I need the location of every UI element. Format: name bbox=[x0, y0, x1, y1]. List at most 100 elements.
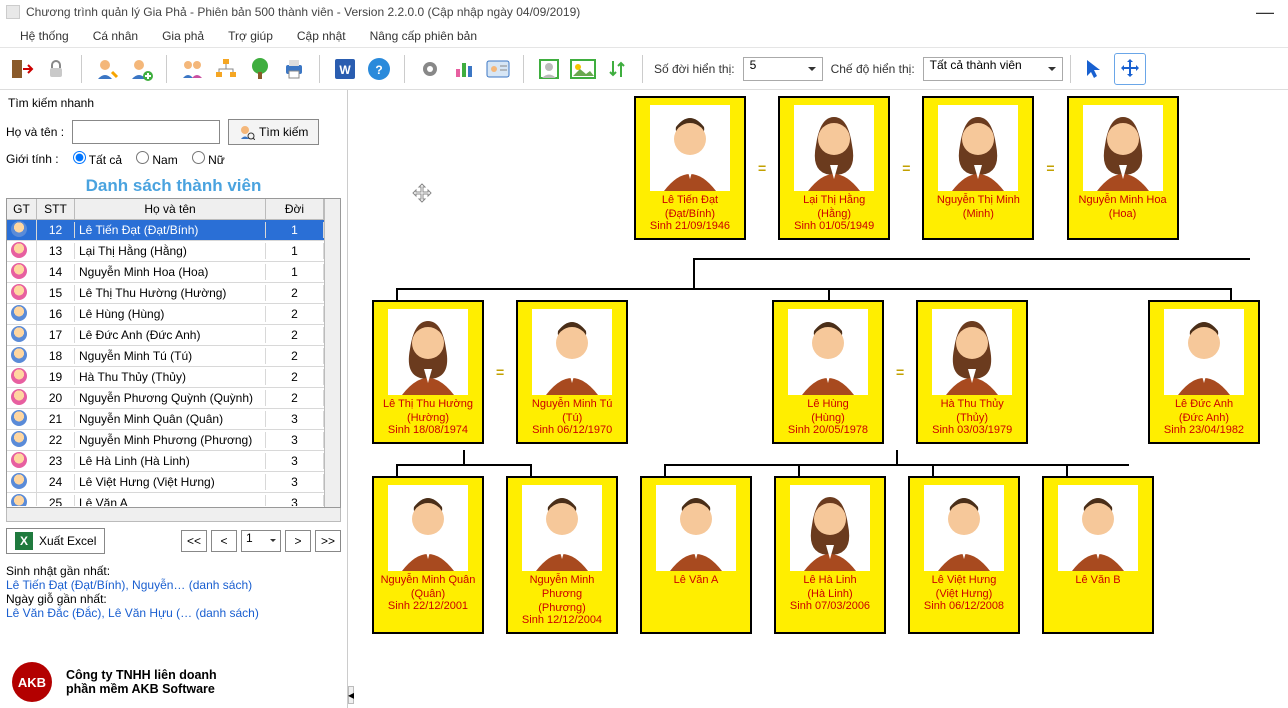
person-card[interactable]: Lê Văn B bbox=[1042, 476, 1154, 634]
member-list-title: Danh sách thành viên bbox=[6, 170, 341, 198]
move-tool-icon[interactable] bbox=[1114, 53, 1146, 85]
pager-page[interactable]: 1 bbox=[241, 530, 281, 552]
female-icon bbox=[11, 242, 27, 258]
grid-hscrollbar[interactable] bbox=[6, 508, 341, 522]
person-card[interactable]: Lê Thị Thu Hường(Hường)Sinh 18/08/1974 bbox=[372, 300, 484, 444]
person-nick: (Hùng) bbox=[778, 412, 878, 424]
table-row[interactable]: 19Hà Thu Thủy (Thủy)2 bbox=[7, 367, 324, 388]
spouse-link-icon: = bbox=[496, 364, 504, 380]
person-card[interactable]: Lê Hùng(Hùng)Sinh 20/05/1978 bbox=[772, 300, 884, 444]
person-card[interactable]: Hà Thu Thủy(Thủy)Sinh 03/03/1979 bbox=[916, 300, 1028, 444]
pager-prev[interactable]: < bbox=[211, 530, 237, 552]
pager-first[interactable]: << bbox=[181, 530, 207, 552]
help-icon[interactable]: ? bbox=[363, 53, 395, 85]
person-nick: (Hà Linh) bbox=[780, 588, 880, 600]
swap-icon[interactable] bbox=[601, 53, 633, 85]
table-row[interactable]: 12Lê Tiến Đạt (Đạt/Bính)1 bbox=[7, 220, 324, 241]
menubar: Hệ thống Cá nhân Gia phả Trợ giúp Cập nh… bbox=[0, 24, 1288, 48]
toolbar: W ? Số đời hiển thị: 5 Chế độ hiển thị: … bbox=[0, 48, 1288, 90]
person-card[interactable]: Nguyễn Minh Quân(Quân)Sinh 22/12/2001 bbox=[372, 476, 484, 634]
person-nick: (Tú) bbox=[522, 412, 622, 424]
display-mode-combo[interactable]: Tất cả thành viên bbox=[923, 57, 1063, 81]
menu-system[interactable]: Hệ thống bbox=[10, 27, 79, 45]
image-icon[interactable] bbox=[567, 53, 599, 85]
person-card[interactable]: Lê Đức Anh(Đức Anh)Sinh 23/04/1982 bbox=[1148, 300, 1260, 444]
family-icon[interactable] bbox=[176, 53, 208, 85]
table-row[interactable]: 17Lê Đức Anh (Đức Anh)2 bbox=[7, 325, 324, 346]
person-card[interactable]: Lê Văn A bbox=[640, 476, 752, 634]
pointer-tool-icon[interactable] bbox=[1078, 53, 1110, 85]
chart-icon[interactable] bbox=[448, 53, 480, 85]
avatar bbox=[790, 485, 870, 571]
person-name: Nguyễn Minh Hoa bbox=[1073, 191, 1173, 208]
person-card[interactable]: Nguyễn Minh Phương(Phương)Sinh 12/12/200… bbox=[506, 476, 618, 634]
person-nick: (Quân) bbox=[378, 588, 478, 600]
table-row[interactable]: 25Lê Văn A3 bbox=[7, 493, 324, 506]
word-export-icon[interactable]: W bbox=[329, 53, 361, 85]
col-name[interactable]: Họ và tên bbox=[75, 199, 266, 219]
menu-person[interactable]: Cá nhân bbox=[83, 27, 148, 45]
gear-icon[interactable] bbox=[414, 53, 446, 85]
table-row[interactable]: 21Nguyễn Minh Quân (Quân)3 bbox=[7, 409, 324, 430]
company-line2: phần mềm AKB Software bbox=[66, 682, 217, 696]
search-button[interactable]: Tìm kiếm bbox=[228, 119, 319, 145]
table-row[interactable]: 13Lại Thị Hằng (Hằng)1 bbox=[7, 241, 324, 262]
spouse-link-icon: = bbox=[896, 364, 904, 380]
table-row[interactable]: 14Nguyễn Minh Hoa (Hoa)1 bbox=[7, 262, 324, 283]
pager-last[interactable]: >> bbox=[315, 530, 341, 552]
name-input[interactable] bbox=[72, 120, 220, 144]
org-chart-icon[interactable] bbox=[210, 53, 242, 85]
person-card[interactable]: Lại Thị Hằng(Hằng)Sinh 01/05/1949 bbox=[778, 96, 890, 240]
person-nick: (Thủy) bbox=[922, 412, 1022, 424]
display-mode-label: Chế độ hiển thị: bbox=[827, 62, 919, 76]
print-icon[interactable] bbox=[278, 53, 310, 85]
table-row[interactable]: 22Nguyễn Minh Phương (Phương)3 bbox=[7, 430, 324, 451]
gender-female[interactable]: Nữ bbox=[192, 151, 225, 167]
tree-canvas[interactable]: Lê Tiến Đạt(Đạt/Bính)Sinh 21/09/1946 = Lại… bbox=[348, 90, 1288, 708]
birthday-link[interactable]: Lê Tiến Đạt (Đạt/Bính), Nguyễn… (danh sá… bbox=[6, 578, 341, 592]
generation-combo[interactable]: 5 bbox=[743, 57, 823, 81]
svg-text:W: W bbox=[339, 63, 351, 77]
menu-update[interactable]: Cập nhật bbox=[287, 27, 356, 45]
export-excel-button[interactable]: X Xuất Excel bbox=[6, 528, 105, 554]
person-birth: Sinh 12/12/2004 bbox=[512, 614, 612, 626]
portrait-icon[interactable] bbox=[533, 53, 565, 85]
person-card[interactable]: Nguyễn Minh Tú(Tú)Sinh 06/12/1970 bbox=[516, 300, 628, 444]
menu-tree[interactable]: Gia phả bbox=[152, 27, 214, 45]
move-handle-icon[interactable] bbox=[408, 180, 436, 208]
exit-icon[interactable] bbox=[6, 53, 38, 85]
col-gen[interactable]: Đời bbox=[266, 199, 324, 219]
add-person-icon[interactable] bbox=[125, 53, 157, 85]
id-card-icon[interactable] bbox=[482, 53, 514, 85]
splitter-handle[interactable]: ◂ bbox=[348, 686, 354, 704]
person-card[interactable]: Lê Hà Linh(Hà Linh)Sinh 07/03/2006 bbox=[774, 476, 886, 634]
grid-scrollbar[interactable] bbox=[324, 199, 340, 507]
person-name: Lê Việt Hưng bbox=[914, 571, 1014, 588]
table-row[interactable]: 24Lê Việt Hưng (Việt Hưng)3 bbox=[7, 472, 324, 493]
male-icon bbox=[11, 494, 27, 507]
death-link[interactable]: Lê Văn Đắc (Đắc), Lê Văn Hựu (… (danh sá… bbox=[6, 606, 341, 620]
member-grid[interactable]: GT STT Họ và tên Đời 12Lê Tiến Đạt (Đạt/… bbox=[6, 198, 341, 508]
gender-male[interactable]: Nam bbox=[136, 151, 178, 167]
edit-person-icon[interactable] bbox=[91, 53, 123, 85]
col-stt[interactable]: STT bbox=[37, 199, 75, 219]
window-minimize-button[interactable]: — bbox=[1248, 2, 1282, 23]
table-row[interactable]: 16Lê Hùng (Hùng)2 bbox=[7, 304, 324, 325]
col-gt[interactable]: GT bbox=[7, 199, 37, 219]
gender-all[interactable]: Tất cả bbox=[73, 151, 122, 167]
table-row[interactable]: 20Nguyễn Phương Quỳnh (Quỳnh)2 bbox=[7, 388, 324, 409]
svg-text:?: ? bbox=[375, 63, 382, 77]
table-row[interactable]: 23Lê Hà Linh (Hà Linh)3 bbox=[7, 451, 324, 472]
menu-upgrade[interactable]: Nâng cấp phiên bản bbox=[360, 27, 487, 45]
person-name: Lê Thị Thu Hường bbox=[378, 395, 478, 412]
lock-icon[interactable] bbox=[40, 53, 72, 85]
table-row[interactable]: 15Lê Thị Thu Hường (Hường)2 bbox=[7, 283, 324, 304]
person-card[interactable]: Lê Việt Hưng(Việt Hưng)Sinh 06/12/2008 bbox=[908, 476, 1020, 634]
person-card[interactable]: Nguyễn Thị Minh(Minh) bbox=[922, 96, 1034, 240]
pager-next[interactable]: > bbox=[285, 530, 311, 552]
menu-help[interactable]: Trợ giúp bbox=[218, 27, 283, 45]
table-row[interactable]: 18Nguyễn Minh Tú (Tú)2 bbox=[7, 346, 324, 367]
person-card[interactable]: Nguyễn Minh Hoa(Hoa) bbox=[1067, 96, 1179, 240]
tree-icon[interactable] bbox=[244, 53, 276, 85]
person-card[interactable]: Lê Tiến Đạt(Đạt/Bính)Sinh 21/09/1946 bbox=[634, 96, 746, 240]
